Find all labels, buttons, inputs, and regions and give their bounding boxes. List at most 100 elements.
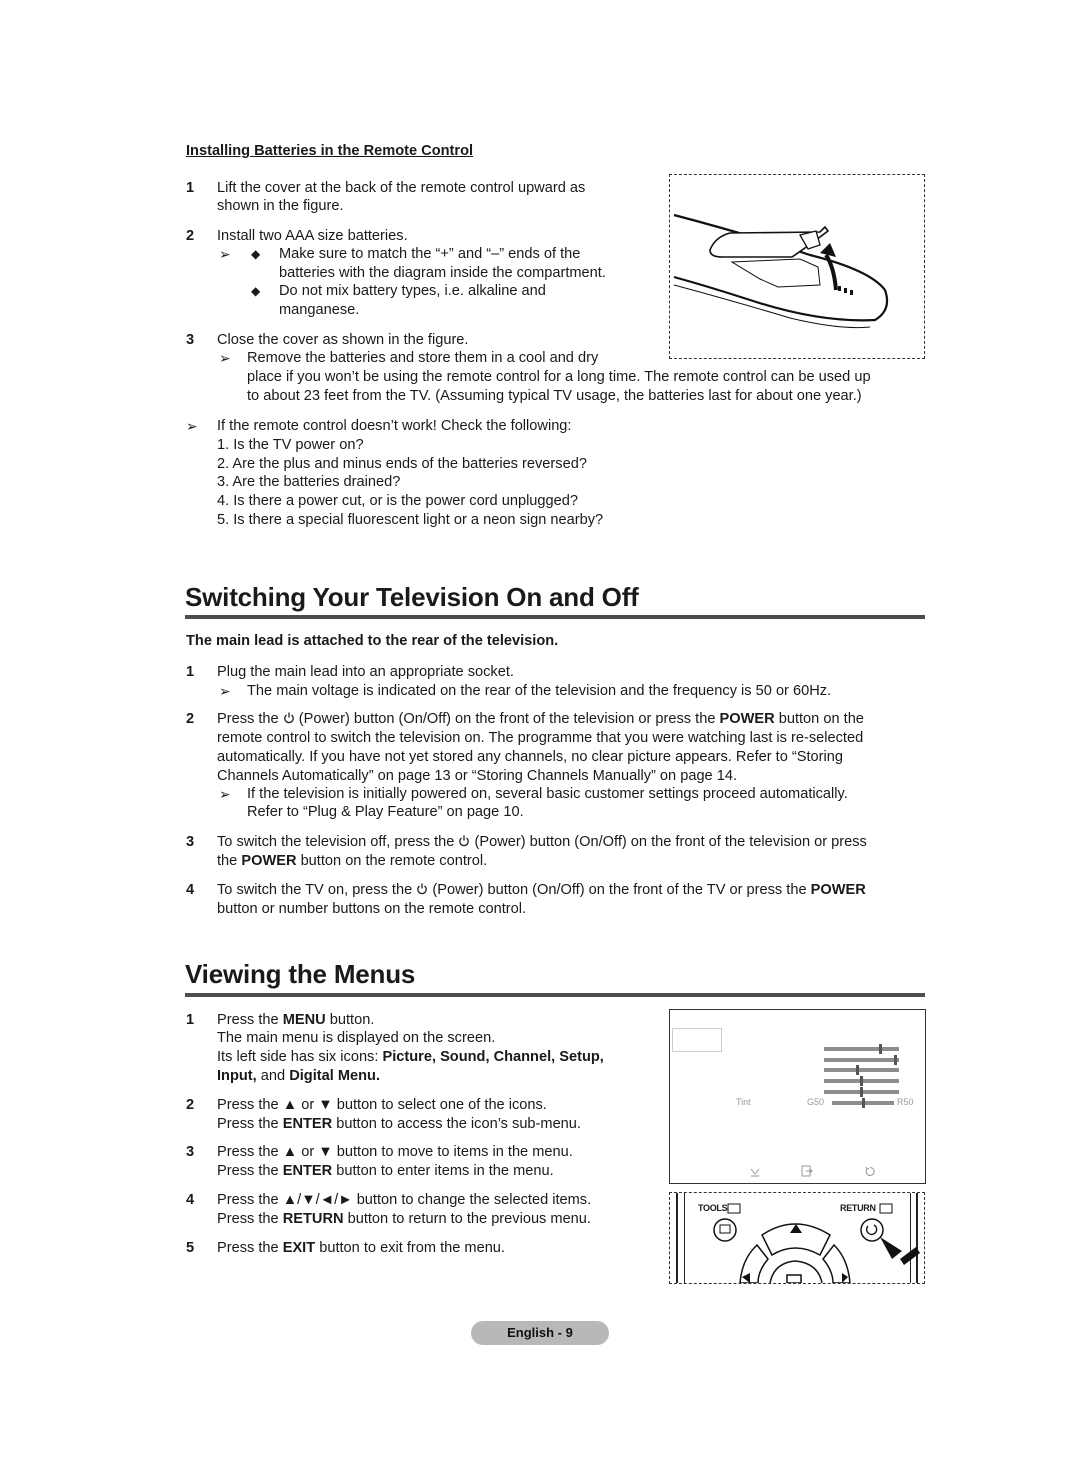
note-arrow-icon: ➢ <box>219 683 231 699</box>
step-text: Press the ▲ or ▼ button to select one of… <box>217 1097 547 1113</box>
step-text: Press the (Power) button (On/Off) on the… <box>217 710 864 729</box>
step-number: 4 <box>186 1192 195 1208</box>
tint-slider[interactable] <box>832 1097 894 1108</box>
setting-slider[interactable] <box>824 1065 899 1076</box>
step-number: 5 <box>186 1240 195 1256</box>
page-number-badge: English - 9 <box>471 1321 609 1345</box>
enter-button-label: ENTER <box>282 1163 333 1179</box>
step-text: Press the MENU button. <box>217 1011 374 1030</box>
step-text: the POWER button on the remote control. <box>217 852 487 871</box>
step-text: The main menu is displayed on the screen… <box>217 1030 496 1046</box>
text-span: Press the <box>217 1163 279 1179</box>
text-span: the <box>217 853 238 869</box>
check-item: 1. Is the TV power on? <box>217 437 364 453</box>
text-span: button to exit from the menu. <box>319 1240 505 1256</box>
slider-knob[interactable] <box>856 1065 859 1076</box>
step-number: 1 <box>186 1012 195 1028</box>
slider-knob[interactable] <box>860 1086 863 1097</box>
text-span: button on the remote control. <box>300 853 488 869</box>
text-span: button to access the icon’s sub-menu. <box>336 1116 581 1132</box>
step-text: To switch the TV on, press the (Power) b… <box>217 881 866 900</box>
step-text: Channels Automatically” on page 13 or “S… <box>217 768 738 784</box>
remote-back-illustration <box>673 213 889 329</box>
step-text: Its left side has six icons: Picture, So… <box>217 1048 604 1067</box>
check-item: 4. Is there a power cut, or is the power… <box>217 493 579 509</box>
step-number: 2 <box>186 228 195 244</box>
bullet-text: batteries with the diagram inside the co… <box>279 265 606 281</box>
bullet-text: Do not mix battery types, i.e. alkaline … <box>279 283 546 299</box>
step-number: 3 <box>186 1144 195 1160</box>
note-text: Refer to “Plug & Play Feature” on page 1… <box>247 804 524 820</box>
text-span: To switch the TV on, press the <box>217 882 413 898</box>
switching-subheading: The main lead is attached to the rear of… <box>186 633 559 649</box>
bullet-diamond-icon: ◆ <box>251 284 261 298</box>
section-title-switching: Switching Your Television On and Off <box>185 582 639 612</box>
step-text: Press the ▲ or ▼ button to move to items… <box>217 1144 573 1160</box>
power-button-label: POWER <box>241 853 297 869</box>
slider-knob[interactable] <box>860 1076 863 1087</box>
step-text: To switch the television off, press the … <box>217 833 867 852</box>
power-icon <box>459 835 470 847</box>
note-text: If the television is initially powered o… <box>247 786 848 802</box>
text-span: Press the <box>217 1116 279 1132</box>
menu-selection-box <box>672 1028 722 1052</box>
note-text: to about 23 feet from the TV. (Assuming … <box>247 388 862 404</box>
step-text: Close the cover as shown in the figure. <box>217 332 469 348</box>
step-text: Press the ▲/▼/◄/► button to change the s… <box>217 1192 592 1208</box>
step-number: 1 <box>186 664 195 680</box>
note-text: The main voltage is indicated on the rea… <box>247 683 832 699</box>
step-text: automatically. If you have not yet store… <box>217 749 843 765</box>
text-span: (Power) button (On/Off) on the front of … <box>432 882 807 898</box>
note-arrow-icon: ➢ <box>186 418 198 434</box>
step-text: shown in the figure. <box>217 198 344 214</box>
text-span: (Power) button (On/Off) on the front of … <box>298 711 716 727</box>
check-intro: If the remote control doesn’t work! Chec… <box>217 418 572 434</box>
step-text: Lift the cover at the back of the remote… <box>217 180 586 196</box>
step-number: 3 <box>186 834 195 850</box>
text-span: Press the <box>217 1240 279 1256</box>
return-icon <box>865 1166 875 1176</box>
step-text: Press the ENTER button to access the ico… <box>217 1115 581 1134</box>
text-span: Press the <box>217 711 279 727</box>
check-item: 5. Is there a special fluorescent light … <box>217 512 604 528</box>
text-span: and <box>260 1068 286 1084</box>
text-span: Press the <box>217 1211 279 1227</box>
move-icon <box>750 1168 760 1177</box>
check-item: 3. Are the batteries drained? <box>217 474 401 490</box>
power-icon <box>417 883 428 895</box>
remote-control-figure: TOOLS RETURN <box>669 1192 925 1284</box>
tv-menu-figure: Tint G50 R50 <box>669 1009 926 1184</box>
step-text: Press the ENTER button to enter items in… <box>217 1162 554 1181</box>
bullet-diamond-icon: ◆ <box>251 247 261 261</box>
setting-slider[interactable] <box>824 1076 899 1087</box>
bullet-text: manganese. <box>279 302 360 318</box>
exit-button-label: EXIT <box>282 1240 316 1256</box>
battery-cover-figure <box>669 174 925 359</box>
step-number: 2 <box>186 711 195 727</box>
section-divider <box>185 615 925 619</box>
enter-button-label: ENTER <box>282 1116 333 1132</box>
power-button-label: POWER <box>810 882 866 898</box>
step-text: Press the RETURN button to return to the… <box>217 1210 591 1229</box>
note-text: place if you won’t be using the remote c… <box>247 369 871 385</box>
note-arrow-icon: ➢ <box>219 246 231 262</box>
slider-knob[interactable] <box>862 1097 865 1108</box>
note-arrow-icon: ➢ <box>219 786 231 802</box>
setting-slider[interactable] <box>824 1054 899 1065</box>
step-text: Input, and Digital Menu. <box>217 1067 380 1086</box>
note-arrow-icon: ➢ <box>219 350 231 366</box>
text-span: (Power) button (On/Off) on the front of … <box>474 834 867 850</box>
menu-icons-list: Picture, Sound, Channel, Setup, <box>382 1049 604 1065</box>
text-span: Press the <box>217 1012 279 1028</box>
text-span: button to return to the previous menu. <box>347 1211 591 1227</box>
step-number: 3 <box>186 332 195 348</box>
text-span: button. <box>329 1012 375 1028</box>
step-number: 1 <box>186 180 195 196</box>
slider-knob[interactable] <box>879 1044 882 1054</box>
menu-button-label: MENU <box>282 1012 326 1028</box>
setting-slider[interactable] <box>824 1086 899 1097</box>
slider-knob[interactable] <box>894 1054 897 1065</box>
return-button-label: RETURN <box>282 1211 344 1227</box>
step-text: Install two AAA size batteries. <box>217 228 408 244</box>
setting-slider[interactable] <box>824 1044 899 1054</box>
